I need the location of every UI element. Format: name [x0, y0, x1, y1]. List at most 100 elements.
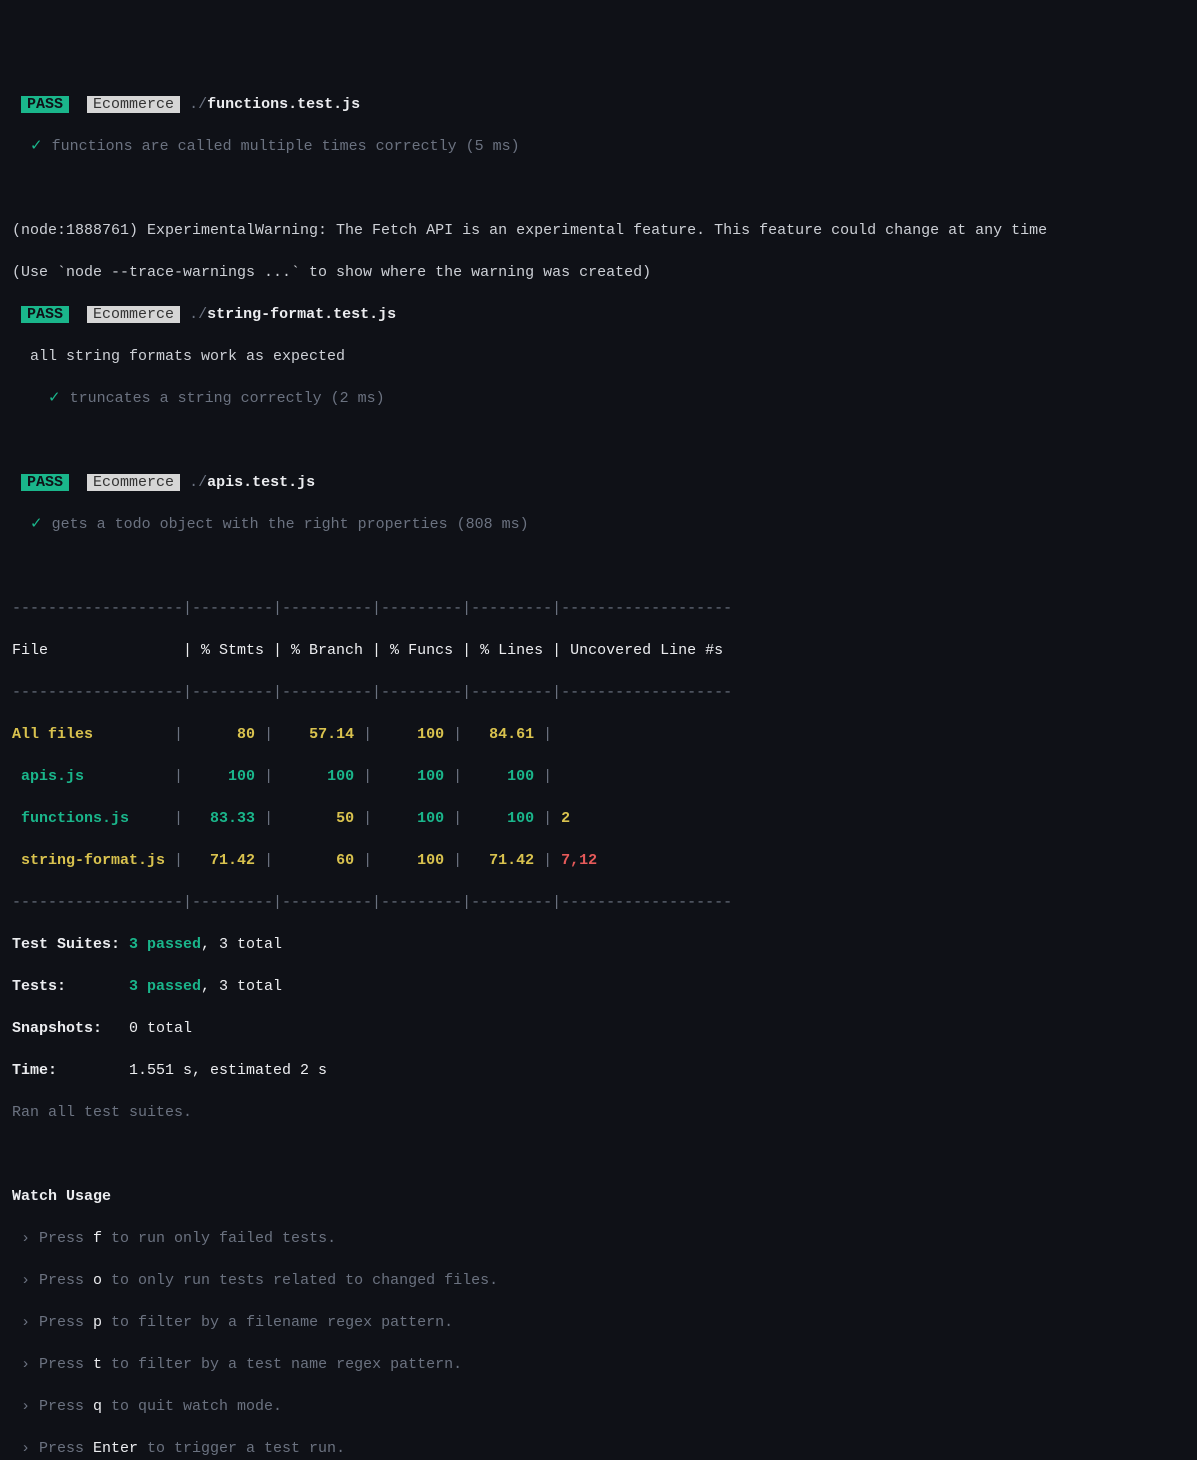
warning-line: (node:1888761) ExperimentalWarning: The … — [12, 220, 1185, 241]
cov-uncov — [561, 768, 723, 785]
path-prefix: ./ — [189, 474, 207, 491]
summary-val: 0 total — [129, 1020, 192, 1037]
cov-stmts: 71.42 — [192, 852, 255, 869]
coverage-divider: -------------------|---------|----------… — [12, 892, 1185, 913]
watch-post: to filter by a test name regex pattern. — [102, 1356, 462, 1373]
summary-rest: , 3 total — [201, 978, 282, 995]
cov-stmts: 100 — [192, 768, 255, 785]
watch-usage-title: Watch Usage — [12, 1186, 1185, 1207]
cov-file: functions.js — [12, 810, 174, 827]
blank-line — [12, 1144, 1185, 1165]
watch-pre: › Press — [12, 1230, 93, 1247]
watch-key[interactable]: Enter — [93, 1440, 138, 1457]
watch-item: › Press q to quit watch mode. — [12, 1396, 1185, 1417]
summary-rest: , 3 total — [201, 936, 282, 953]
cov-uncov — [561, 726, 723, 743]
warning-line: (Use `node --trace-warnings ...` to show… — [12, 262, 1185, 283]
coverage-row: apis.js | 100 | 100 | 100 | 100 | — [12, 766, 1185, 787]
watch-pre: › Press — [12, 1314, 93, 1331]
watch-item: › Press Enter to trigger a test run. — [12, 1438, 1185, 1459]
test-check-line: ✓ functions are called multiple times co… — [12, 136, 1185, 157]
watch-item: › Press p to filter by a filename regex … — [12, 1312, 1185, 1333]
test-filename: string-format.test.js — [207, 306, 396, 323]
cov-funcs: 100 — [381, 726, 444, 743]
summary-suites: Test Suites: 3 passed, 3 total — [12, 934, 1185, 955]
watch-key[interactable]: f — [93, 1230, 102, 1247]
summary-label: Time: — [12, 1062, 129, 1079]
cov-lines: 100 — [471, 810, 534, 827]
watch-post: to trigger a test run. — [138, 1440, 345, 1457]
summary-pass: 3 passed — [129, 978, 201, 995]
blank-line — [12, 430, 1185, 451]
cov-file: All files — [12, 726, 174, 743]
check-icon: ✓ — [48, 390, 61, 407]
summary-label: Tests: — [12, 978, 129, 995]
cov-lines: 84.61 — [471, 726, 534, 743]
summary-tests: Tests: 3 passed, 3 total — [12, 976, 1185, 997]
watch-item: › Press t to filter by a test name regex… — [12, 1354, 1185, 1375]
cov-file: string-format.js — [12, 852, 174, 869]
blank-line — [12, 556, 1185, 577]
check-icon: ✓ — [30, 516, 43, 533]
cov-funcs: 100 — [381, 768, 444, 785]
tag-badge: Ecommerce — [87, 96, 180, 113]
pad — [597, 852, 714, 869]
path-prefix: ./ — [189, 96, 207, 113]
summary-pass: 3 passed — [129, 936, 201, 953]
coverage-row: functions.js | 83.33 | 50 | 100 | 100 | … — [12, 808, 1185, 829]
cov-funcs: 100 — [381, 852, 444, 869]
coverage-row-all: All files | 80 | 57.14 | 100 | 84.61 | — [12, 724, 1185, 745]
cov-uncov: 7,12 — [561, 852, 597, 869]
test-result-line: PASS Ecommerce ./apis.test.js — [12, 472, 1185, 493]
cov-funcs: 100 — [381, 810, 444, 827]
test-check-line: ✓ gets a todo object with the right prop… — [12, 514, 1185, 535]
watch-post: to run only failed tests. — [102, 1230, 336, 1247]
test-result-line: PASS Ecommerce ./functions.test.js — [12, 94, 1185, 115]
watch-pre: › Press — [12, 1440, 93, 1457]
pass-badge: PASS — [21, 474, 69, 491]
cov-branch: 57.14 — [282, 726, 354, 743]
test-check-line: ✓ truncates a string correctly (2 ms) — [12, 388, 1185, 409]
watch-post: to only run tests related to changed fil… — [102, 1272, 498, 1289]
summary-val: 1.551 s, estimated 2 s — [129, 1062, 327, 1079]
test-filename: apis.test.js — [207, 474, 315, 491]
cov-file: apis.js — [12, 768, 174, 785]
tag-badge: Ecommerce — [87, 474, 180, 491]
watch-key[interactable]: t — [93, 1356, 102, 1373]
watch-pre: › Press — [12, 1272, 93, 1289]
watch-post: to filter by a filename regex pattern. — [102, 1314, 453, 1331]
coverage-divider: -------------------|---------|----------… — [12, 598, 1185, 619]
pass-badge: PASS — [21, 306, 69, 323]
test-filename: functions.test.js — [207, 96, 360, 113]
cov-stmts: 80 — [192, 726, 255, 743]
path-prefix: ./ — [189, 306, 207, 323]
watch-key[interactable]: o — [93, 1272, 102, 1289]
check-icon: ✓ — [30, 138, 43, 155]
watch-pre: › Press — [12, 1398, 93, 1415]
cov-uncov: 2 — [561, 810, 570, 827]
watch-post: to quit watch mode. — [102, 1398, 282, 1415]
coverage-divider: -------------------|---------|----------… — [12, 682, 1185, 703]
summary-ran: Ran all test suites. — [12, 1102, 1185, 1123]
blank-line — [12, 178, 1185, 199]
pass-badge: PASS — [21, 96, 69, 113]
pad — [570, 810, 714, 827]
coverage-header: File | % Stmts | % Branch | % Funcs | % … — [12, 640, 1185, 661]
test-check-text: gets a todo object with the right proper… — [52, 516, 529, 533]
tag-badge: Ecommerce — [87, 306, 180, 323]
cov-branch: 60 — [282, 852, 354, 869]
watch-pre: › Press — [12, 1356, 93, 1373]
test-result-line: PASS Ecommerce ./string-format.test.js — [12, 304, 1185, 325]
test-check-text: truncates a string correctly (2 ms) — [70, 390, 385, 407]
cov-branch: 100 — [282, 768, 354, 785]
summary-snapshots: Snapshots: 0 total — [12, 1018, 1185, 1039]
watch-item: › Press o to only run tests related to c… — [12, 1270, 1185, 1291]
cov-lines: 71.42 — [471, 852, 534, 869]
cov-lines: 100 — [471, 768, 534, 785]
cov-branch: 50 — [282, 810, 354, 827]
coverage-row: string-format.js | 71.42 | 60 | 100 | 71… — [12, 850, 1185, 871]
watch-key[interactable]: p — [93, 1314, 102, 1331]
watch-item: › Press f to run only failed tests. — [12, 1228, 1185, 1249]
cov-stmts: 83.33 — [192, 810, 255, 827]
watch-key[interactable]: q — [93, 1398, 102, 1415]
